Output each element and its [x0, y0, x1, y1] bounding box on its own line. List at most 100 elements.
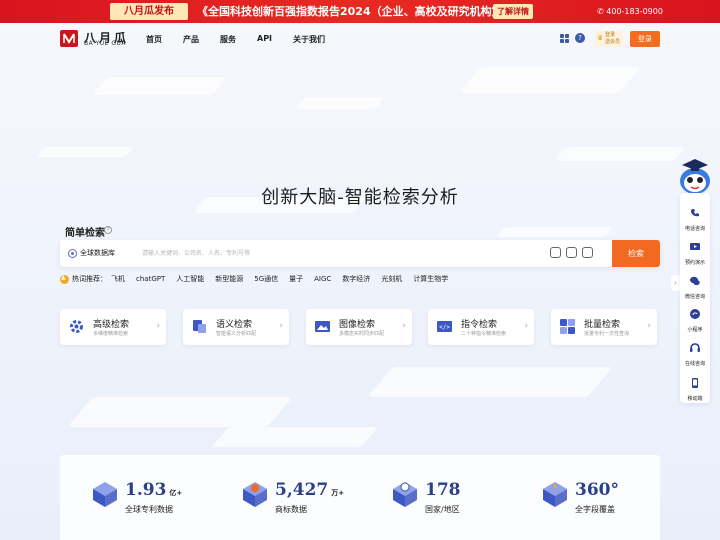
database-select-label: 全球数据库 [80, 249, 115, 257]
hot-keyword[interactable]: 飞机 [111, 274, 125, 284]
image-search-icon [314, 318, 331, 335]
stat-label: 全字段覆盖 [575, 505, 615, 514]
card-title: 高级检索 [93, 320, 130, 330]
card-semantic-search[interactable]: 语义检索 智能语义分析匹配 › [183, 309, 289, 345]
card-subtitle: 批量专利一次性查询 [584, 331, 630, 337]
info-icon[interactable]: ? [104, 226, 112, 234]
globe-icon [68, 248, 77, 258]
sidebar-item-label: 小程序 [687, 327, 703, 333]
svg-text:</>: </> [439, 324, 450, 331]
chevron-right-icon: › [647, 321, 651, 331]
demo-icon [690, 243, 700, 250]
translate-icon[interactable] [550, 247, 561, 258]
banner-headline[interactable]: 《全国科技创新百强指数报告2024（企业、高校及研究机构篇）》 [197, 3, 519, 20]
mini-program-icon [690, 309, 700, 319]
card-title: 图像检索 [339, 320, 376, 330]
hot-keyword[interactable]: 5G通信 [254, 274, 278, 284]
search-mode-cards: 高级检索 多维度精准检索 › 语义检索 智能语义分析匹配 › 图像检索 多模态实… [60, 309, 660, 345]
database-select[interactable]: 全球数据库 [68, 248, 115, 258]
search-bar: 全球数据库 检索 [60, 240, 660, 267]
stat-unit: 万+ [331, 489, 345, 497]
sidebar-item-phone[interactable]: 电话咨询 [680, 203, 710, 232]
mascot-icon[interactable] [676, 156, 714, 196]
phone-icon [691, 209, 699, 217]
login-button[interactable]: 登录 [630, 31, 660, 47]
search-button[interactable]: 检索 [612, 240, 660, 267]
hot-keyword[interactable]: 人工智能 [176, 274, 204, 284]
chevron-right-icon: › [524, 321, 528, 331]
nav-item-about[interactable]: 关于我们 [293, 34, 325, 45]
command-search-icon: </> [436, 318, 453, 335]
main-menu: 首页 产品 服务 API 关于我们 [146, 34, 346, 45]
phone-icon: ✆ [597, 7, 607, 16]
hot-keyword[interactable]: 新型能源 [215, 274, 243, 284]
hot-keywords-label: 热词推荐： [72, 275, 107, 283]
apps-grid-icon[interactable] [560, 33, 569, 43]
sidebar-toggle[interactable]: › [671, 275, 680, 291]
card-subtitle: 多模态实时同步匹配 [339, 331, 385, 337]
batch-search-icon [559, 318, 576, 335]
card-image-search[interactable]: 图像检索 多模态实时同步匹配 › [306, 309, 412, 345]
hot-keyword[interactable]: chatGPT [136, 275, 165, 283]
patent-data-icon [93, 482, 117, 507]
image-upload-icon[interactable] [566, 247, 577, 258]
stat-number: 178 [425, 480, 461, 500]
nav-icons: ? [560, 33, 585, 43]
logo-subtitle: BA YUE GUA [84, 40, 127, 47]
sidebar-item-mini-program[interactable]: 小程序 [680, 304, 710, 333]
card-subtitle: 智能语义分析匹配 [216, 331, 257, 337]
logo-mark-icon[interactable] [60, 30, 78, 47]
hot-keyword[interactable]: AIGC [314, 275, 331, 283]
coverage-icon [543, 482, 567, 507]
nav-item-products[interactable]: 产品 [183, 34, 199, 45]
search-tools [550, 247, 593, 258]
region-icon [393, 482, 417, 507]
nav-item-services[interactable]: 服务 [220, 34, 236, 45]
sidebar-item-label: 电话咨询 [684, 226, 705, 232]
nav-item-api[interactable]: API [257, 34, 272, 45]
card-subtitle: 二十种指令精准检索 [461, 331, 507, 337]
stat-number: 5,427 [275, 480, 329, 500]
hot-keyword[interactable]: 数字经济 [342, 274, 370, 284]
sidebar-item-label: 预约演示 [684, 260, 705, 266]
stat-value: 5,427 万+ [275, 480, 344, 500]
simple-search-label: 简单检索 [65, 228, 105, 239]
semantic-search-icon [191, 318, 208, 335]
card-title: 批量检索 [584, 320, 621, 330]
stat-label: 国家/地区 [425, 505, 460, 514]
contact-sidebar: 电话咨询 预约演示 微信咨询 小程序 在线咨询 移动端 [680, 193, 710, 403]
stat-value: 360° [575, 480, 622, 500]
hot-keyword[interactable]: 光刻机 [381, 274, 402, 284]
stat-label: 商标数据 [275, 505, 307, 514]
sidebar-item-label: 在线咨询 [684, 361, 705, 367]
nav-item-home[interactable]: 首页 [146, 34, 162, 45]
stat-number: 1.93 [125, 480, 167, 500]
promo-banner[interactable]: 八月瓜发布 《全国科技创新百强指数报告2024（企业、高校及研究机构篇）》 了解… [0, 0, 720, 23]
stat-number: 360° [575, 480, 619, 500]
sidebar-item-mobile[interactable]: 移动端 [680, 373, 710, 402]
card-command-search[interactable]: </> 指令检索 二十种指令精准检索 › [428, 309, 534, 345]
search-input[interactable] [142, 246, 442, 261]
sidebar-item-label: 移动端 [687, 396, 703, 402]
hot-keyword[interactable]: 计算生物学 [413, 274, 448, 284]
hot-keywords: 热词推荐： 飞机 chatGPT 人工智能 新型能源 5G通信 量子 AIGC … [60, 274, 459, 284]
vip-promo-button[interactable]: ♛ 登录 送会员 [595, 31, 623, 47]
sidebar-item-demo[interactable]: 预约演示 [680, 237, 710, 266]
trademark-data-icon [243, 482, 267, 507]
card-title: 指令检索 [461, 320, 498, 330]
card-batch-search[interactable]: 批量检索 批量专利一次性查询 › [551, 309, 657, 345]
sidebar-item-online[interactable]: 在线咨询 [680, 338, 710, 367]
file-upload-icon[interactable] [582, 247, 593, 258]
sidebar-item-label: 微信咨询 [684, 294, 705, 300]
hot-keyword[interactable]: 量子 [289, 274, 303, 284]
card-advanced-search[interactable]: 高级检索 多维度精准检索 › [60, 309, 166, 345]
chevron-right-icon: › [279, 321, 283, 331]
banner-detail-button[interactable]: 了解详情 [493, 4, 533, 19]
mobile-icon [692, 378, 698, 388]
chevron-right-icon: › [156, 321, 160, 331]
headset-icon [690, 343, 700, 352]
sidebar-item-wechat[interactable]: 微信咨询 [680, 271, 710, 300]
stat-label: 全球专利数据 [125, 505, 173, 514]
card-title: 语义检索 [216, 320, 253, 330]
help-icon[interactable]: ? [575, 33, 585, 43]
